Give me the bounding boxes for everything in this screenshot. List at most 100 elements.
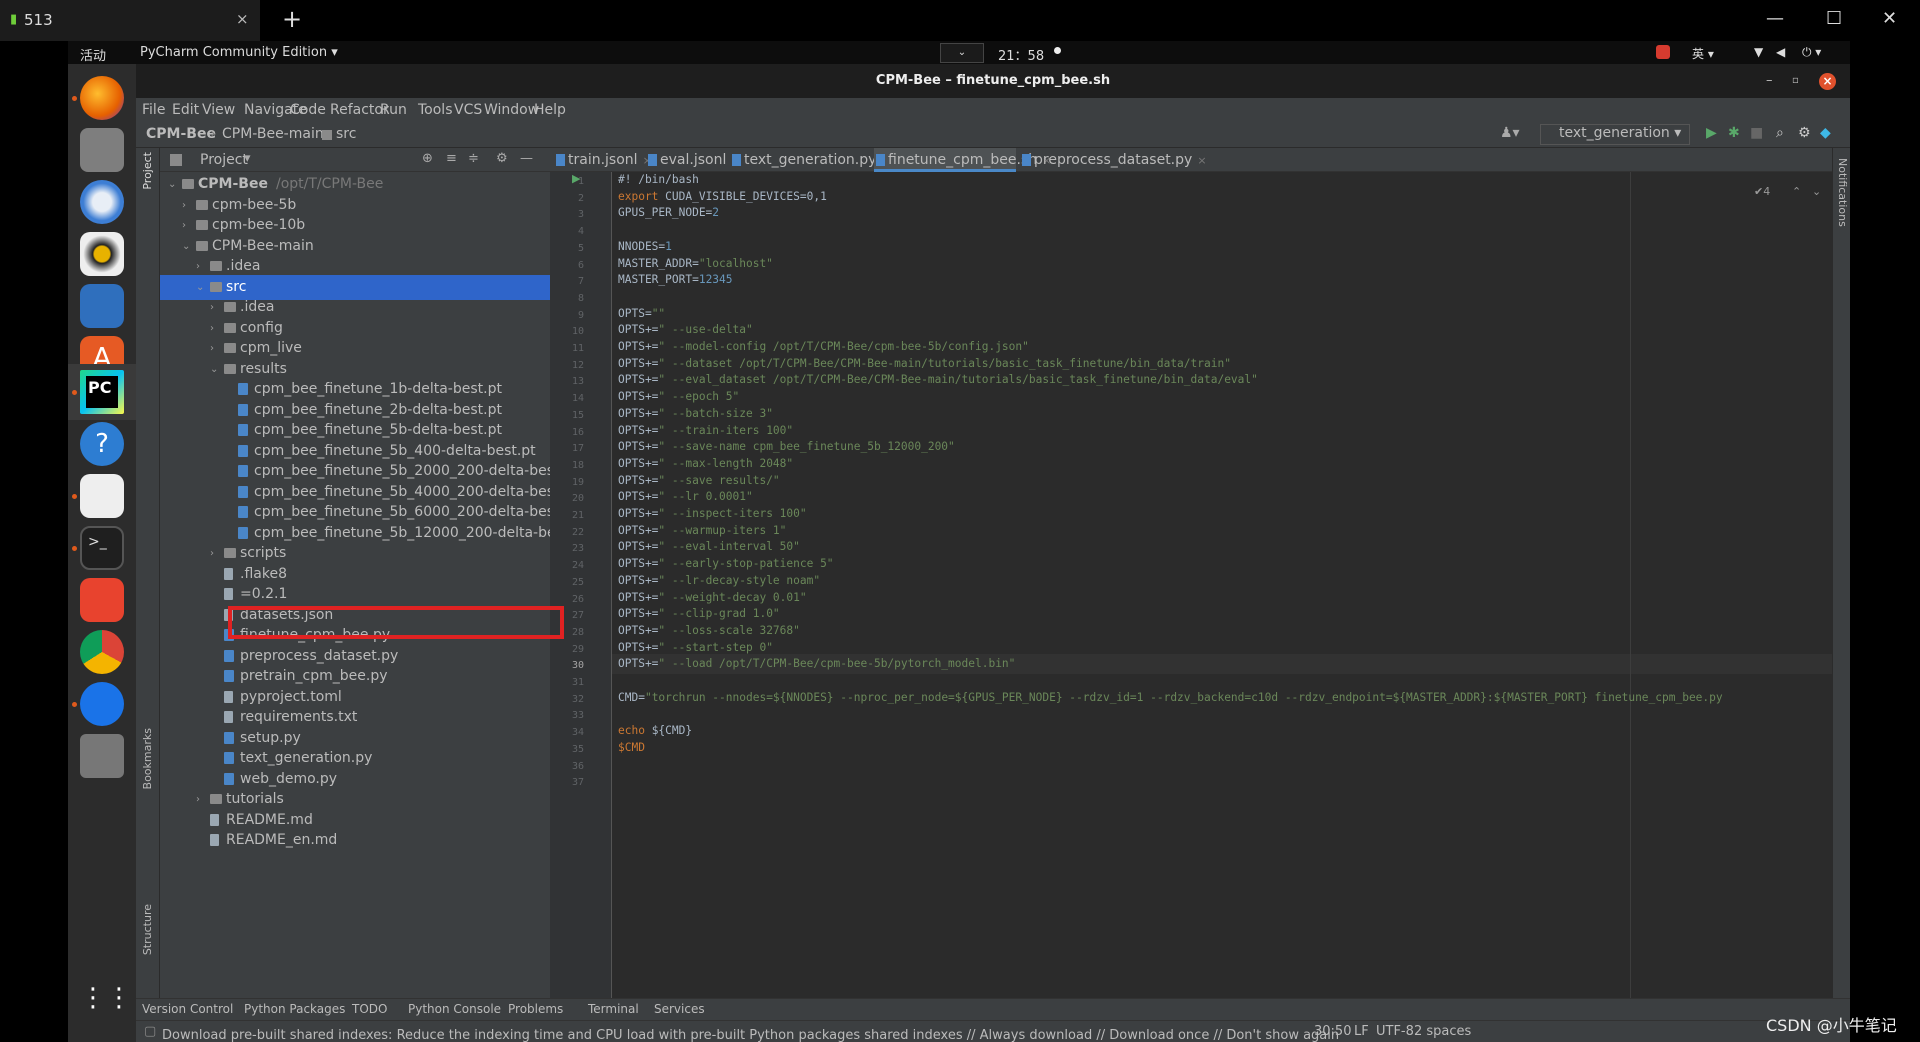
close-window-button[interactable]: ✕ bbox=[1882, 8, 1897, 29]
volume-icon[interactable]: ◀ bbox=[1776, 45, 1785, 59]
breadcrumb-src[interactable]: src bbox=[336, 126, 356, 142]
tree-item-label: README_en.md bbox=[226, 832, 338, 848]
minimize-button[interactable]: — bbox=[1766, 8, 1784, 29]
tool-terminal[interactable]: Terminal bbox=[588, 1002, 639, 1016]
notification-dot bbox=[1054, 47, 1061, 54]
project-icon bbox=[170, 154, 182, 166]
menu-vcs[interactable]: VCS bbox=[454, 102, 482, 118]
prev-highlight-icon[interactable]: ⌃ bbox=[1792, 185, 1801, 198]
clock[interactable]: 21：58 bbox=[998, 45, 1044, 64]
wifi-icon[interactable]: ▼ bbox=[1754, 45, 1763, 59]
code-editor[interactable]: ✔4 ⌃ ⌄ #! /bin/bash export CUDA_VISIBLE_D… bbox=[612, 172, 1850, 1018]
code-token: OPTS+= bbox=[618, 507, 659, 520]
tool-services[interactable]: Services bbox=[654, 1002, 705, 1016]
files-icon[interactable] bbox=[80, 128, 124, 172]
menu-help[interactable]: Help bbox=[534, 102, 566, 118]
new-tab-button[interactable]: + bbox=[282, 5, 302, 33]
help-icon[interactable]: ? bbox=[80, 422, 124, 466]
navigation-bar: CPM-Bee › CPM-Bee-main src ♟▾ text_gener… bbox=[136, 122, 1850, 148]
tab-train-jsonl[interactable]: train.jsonl× bbox=[554, 148, 652, 172]
thunderbird-icon[interactable] bbox=[80, 180, 124, 224]
writer-icon[interactable] bbox=[80, 284, 124, 328]
project-tool-label[interactable]: Project bbox=[141, 152, 154, 190]
terminal-icon[interactable]: >_ bbox=[80, 526, 124, 570]
dropdown-chevron-icon[interactable]: ⌄ bbox=[940, 43, 984, 63]
run-config-select[interactable]: text_generation ▾ bbox=[1540, 124, 1690, 145]
tray-app-icon[interactable] bbox=[1656, 45, 1670, 59]
tree-row[interactable]: README_en.md bbox=[160, 828, 550, 853]
menubar: File Edit View Navigate Code Refactor Run Tools… bbox=[136, 98, 1850, 122]
chrome-icon[interactable] bbox=[80, 630, 124, 674]
menu-window[interactable]: Window bbox=[484, 102, 539, 118]
close-icon[interactable]: × bbox=[1819, 73, 1836, 90]
line-number: 1 bbox=[577, 176, 584, 187]
user-icon[interactable]: ♟▾ bbox=[1500, 125, 1520, 141]
project-panel-title[interactable]: Project bbox=[200, 152, 248, 168]
restore-icon[interactable]: ▫ bbox=[1792, 64, 1799, 98]
tool-problems[interactable]: Problems bbox=[508, 1002, 563, 1016]
caret-position[interactable]: 30:50 bbox=[1314, 1024, 1351, 1039]
firefox-icon[interactable] bbox=[80, 76, 124, 120]
tool-todo[interactable]: TODO bbox=[352, 1002, 387, 1016]
app-grid-icon[interactable]: ⋮⋮ bbox=[80, 976, 132, 1020]
pycharm-icon[interactable]: PC bbox=[80, 370, 124, 414]
menu-code[interactable]: Code bbox=[290, 102, 326, 118]
notifications-tool-label[interactable]: Notifications bbox=[1836, 158, 1849, 227]
code-token: OPTS+= bbox=[618, 356, 659, 370]
menu-run[interactable]: Run bbox=[380, 102, 407, 118]
structure-tool-label[interactable]: Structure bbox=[141, 904, 154, 955]
maximize-button[interactable]: ☐ bbox=[1826, 8, 1842, 29]
indent-setting[interactable]: 2 spaces bbox=[1414, 1024, 1471, 1039]
rhythmbox-icon[interactable] bbox=[80, 232, 124, 276]
code-token: CUDA_VISIBLE_DEVICES=0,1 bbox=[665, 189, 827, 203]
locate-icon[interactable]: ⊕ bbox=[422, 151, 433, 166]
jetbrains-icon[interactable]: ◆ bbox=[1820, 125, 1831, 141]
line-number: 24 bbox=[571, 560, 584, 572]
input-method[interactable]: 英 ▾ bbox=[1692, 45, 1714, 62]
code-token: 12345 bbox=[698, 273, 733, 287]
power-icon[interactable]: ⏻ ▾ bbox=[1802, 45, 1821, 60]
status-message[interactable]: Download pre-built shared indexes: Reduc… bbox=[162, 1024, 1342, 1042]
tool-version-control[interactable]: Version Control bbox=[142, 1002, 233, 1016]
minimize-icon[interactable]: – bbox=[1766, 64, 1773, 98]
tab-preprocess-dataset-py[interactable]: preprocess_dataset.py × bbox=[1020, 148, 1207, 172]
next-highlight-icon[interactable]: ⌄ bbox=[1812, 185, 1821, 198]
tab-eval-jsonl[interactable]: eval.jsonl× bbox=[646, 148, 741, 172]
stop-icon[interactable]: ■ bbox=[1750, 125, 1763, 141]
message-icon[interactable]: ▢ bbox=[144, 1024, 156, 1039]
breadcrumb-root[interactable]: CPM-Bee bbox=[146, 126, 216, 142]
line-number: 29 bbox=[571, 643, 584, 655]
tool-python-packages[interactable]: Python Packages bbox=[244, 1002, 345, 1016]
debug-icon[interactable]: ✱ bbox=[1728, 125, 1740, 141]
line-separator[interactable]: LF bbox=[1354, 1024, 1369, 1039]
settings-icon[interactable]: ⚙ bbox=[1798, 125, 1811, 141]
code-token: OPTS+= bbox=[618, 473, 659, 487]
text-editor-icon[interactable] bbox=[80, 474, 124, 518]
inspection-widget[interactable]: ✔4 bbox=[1754, 185, 1770, 198]
browser-app-icon[interactable] bbox=[80, 682, 124, 726]
menu-edit[interactable]: Edit bbox=[172, 102, 199, 118]
send-app-icon[interactable] bbox=[80, 578, 124, 622]
gear-icon[interactable]: ⚙ bbox=[496, 151, 508, 166]
tab-finetune-cpm-bee-sh[interactable]: finetune_cpm_bee.sh × bbox=[874, 148, 1051, 172]
app-menu[interactable]: PyCharm Community Edition ▾ bbox=[140, 45, 338, 60]
menu-tools[interactable]: Tools bbox=[418, 102, 453, 118]
menu-file[interactable]: File bbox=[142, 102, 165, 118]
bookmarks-tool-label[interactable]: Bookmarks bbox=[141, 728, 154, 789]
activities-button[interactable]: 活动 bbox=[80, 45, 106, 64]
close-tab-icon[interactable]: × bbox=[236, 10, 249, 28]
expand-all-icon[interactable]: ≡ bbox=[446, 151, 457, 166]
search-icon[interactable]: ⌕ bbox=[1776, 125, 1784, 141]
breadcrumb-main[interactable]: CPM-Bee-main bbox=[222, 126, 324, 142]
tab-text-generation-py[interactable]: text_generation.py× bbox=[730, 148, 891, 172]
menu-view[interactable]: View bbox=[202, 102, 235, 118]
close-icon[interactable]: × bbox=[1197, 154, 1206, 167]
collapse-all-icon[interactable]: ≑ bbox=[468, 151, 479, 166]
browser-tab[interactable]: ▮ 513 × bbox=[0, 0, 260, 41]
usb-icon[interactable] bbox=[80, 734, 124, 778]
hide-icon[interactable]: — bbox=[520, 151, 533, 166]
project-dropdown-icon[interactable]: ▾ bbox=[244, 151, 251, 166]
run-icon[interactable]: ▶ bbox=[1706, 125, 1717, 141]
file-encoding[interactable]: UTF-8 bbox=[1376, 1024, 1414, 1039]
tool-python-console[interactable]: Python Console bbox=[408, 1002, 501, 1016]
